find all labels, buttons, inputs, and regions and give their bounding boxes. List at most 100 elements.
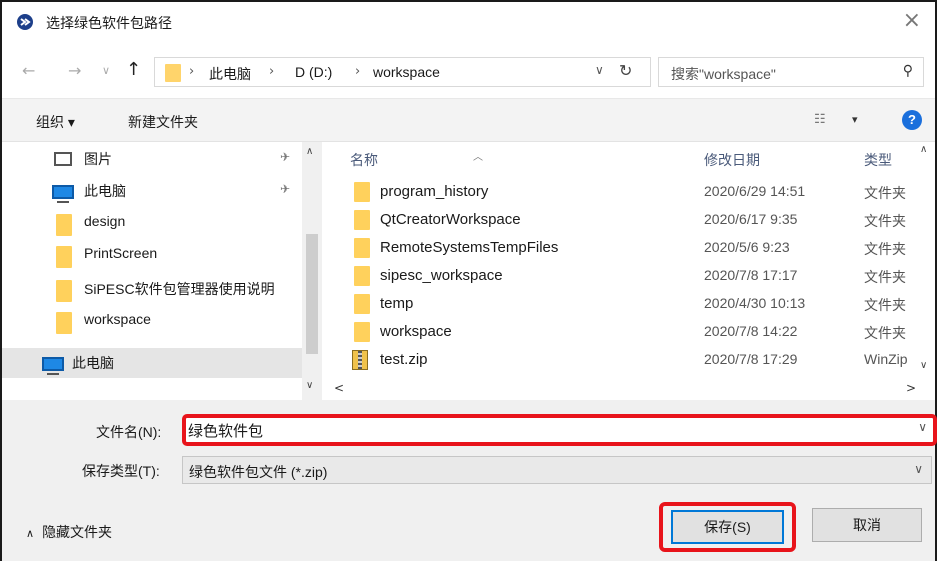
folder-icon [56, 214, 72, 236]
pin-icon[interactable]: ✈ [280, 150, 290, 164]
file-date: 2020/7/8 14:22 [704, 323, 798, 339]
navigation-bar: ← → ∨ ↑ › 此电脑 › D (D:) › workspace ∨ ↻ 搜… [2, 42, 935, 98]
new-folder-button[interactable]: 新建文件夹 [128, 112, 198, 132]
close-icon[interactable]: × [903, 8, 921, 33]
nav-item-design[interactable]: design [2, 208, 302, 238]
scroll-left-icon[interactable]: < [334, 381, 344, 395]
file-row[interactable]: RemoteSystemsTempFiles 2020/5/6 9:23 文件夹 [326, 234, 926, 262]
chevron-down-icon[interactable]: ∨ [914, 462, 923, 476]
scroll-down-icon[interactable]: ∨ [306, 380, 313, 391]
cancel-button[interactable]: 取消 [812, 508, 922, 542]
title-bar: 选择绿色软件包路径 × [2, 2, 935, 42]
filetype-value: 绿色软件包文件 (*.zip) [189, 464, 328, 480]
filename-input[interactable] [188, 420, 908, 440]
file-row[interactable]: test.zip 2020/7/8 17:29 WinZip [326, 346, 926, 374]
nav-item-this-pc[interactable]: 此电脑 [2, 348, 302, 378]
command-toolbar: 组织 ▾ 新建文件夹 ☷ ▾ ? [2, 98, 935, 142]
chevron-right-icon[interactable]: › [355, 64, 360, 79]
save-form: 文件名(N): ∨ 保存类型(T): 绿色软件包文件 (*.zip) ∨ ∧ 隐藏… [2, 400, 937, 561]
computer-icon [42, 357, 64, 375]
file-row[interactable]: workspace 2020/7/8 14:22 文件夹 [326, 318, 926, 346]
file-row[interactable]: QtCreatorWorkspace 2020/6/17 9:35 文件夹 [326, 206, 926, 234]
scroll-down-icon[interactable]: ∨ [920, 360, 927, 371]
file-type: 文件夹 [864, 241, 906, 257]
file-date: 2020/6/29 14:51 [704, 183, 806, 199]
file-name: temp [380, 295, 414, 312]
nav-item-label: 此电脑 [72, 355, 114, 371]
up-arrow-icon[interactable]: ↑ [126, 59, 141, 80]
help-icon[interactable]: ? [902, 110, 922, 130]
file-list-horizontal-scrollbar[interactable]: < > [326, 378, 935, 400]
search-input[interactable]: 搜索"workspace" [671, 64, 776, 84]
chevron-down-icon[interactable]: ∨ [918, 420, 927, 434]
hide-folders-label: 隐藏文件夹 [42, 524, 113, 540]
file-name: test.zip [380, 351, 428, 368]
scroll-up-icon[interactable]: ∧ [920, 144, 927, 155]
file-name: program_history [380, 183, 489, 200]
folder-icon [354, 182, 370, 202]
save-button[interactable]: 保存(S) [671, 510, 784, 544]
picture-icon [54, 152, 72, 166]
breadcrumb-this-pc[interactable]: 此电脑 [209, 64, 251, 84]
file-date: 2020/4/30 10:13 [704, 295, 806, 311]
file-list-vertical-scrollbar[interactable]: ∧ ∨ [916, 142, 935, 378]
nav-pane-scrollbar[interactable]: ∧ ∨ [302, 142, 322, 400]
file-name: workspace [380, 323, 452, 340]
address-bar[interactable]: › 此电脑 › D (D:) › workspace ∨ ↻ [154, 57, 651, 87]
nav-item-label: 图片 [84, 151, 112, 167]
nav-item-sipesc-manual[interactable]: SiPESC软件包管理器使用说明 [2, 274, 302, 304]
file-date: 2020/7/8 17:29 [704, 351, 798, 367]
nav-item-pictures[interactable]: 图片 ✈ [2, 144, 302, 174]
view-dropdown-icon[interactable]: ▾ [852, 113, 858, 126]
file-date: 2020/5/6 9:23 [704, 239, 790, 255]
view-options-icon[interactable]: ☷ [814, 112, 826, 127]
file-row[interactable]: program_history 2020/6/29 14:51 文件夹 [326, 178, 926, 206]
file-date: 2020/7/8 17:17 [704, 267, 798, 283]
pin-icon[interactable]: ✈ [280, 182, 290, 196]
file-type: 文件夹 [864, 269, 906, 285]
organize-button[interactable]: 组织 ▾ [36, 112, 75, 132]
column-header-label: 名称 [350, 152, 378, 168]
breadcrumb-workspace[interactable]: workspace [373, 64, 440, 80]
chevron-right-icon[interactable]: › [269, 64, 274, 79]
file-row[interactable]: temp 2020/4/30 10:13 文件夹 [326, 290, 926, 318]
filetype-select[interactable]: 绿色软件包文件 (*.zip) ∨ [182, 456, 932, 484]
file-date: 2020/6/17 9:35 [704, 211, 798, 227]
search-box[interactable]: 搜索"workspace" ⚲ [658, 57, 924, 87]
scroll-up-icon[interactable]: ∧ [306, 146, 313, 157]
nav-item-printscreen[interactable]: PrintScreen [2, 240, 302, 270]
file-type: WinZip [864, 351, 908, 367]
filename-label: 文件名(N): [96, 424, 162, 440]
refresh-icon[interactable]: ↻ [619, 61, 632, 80]
folder-icon [354, 210, 370, 230]
window-title: 选择绿色软件包路径 [46, 15, 172, 31]
hide-folders-toggle[interactable]: ∧ 隐藏文件夹 [26, 522, 112, 542]
file-row[interactable]: sipesc_workspace 2020/7/8 17:17 文件夹 [326, 262, 926, 290]
folder-icon [56, 246, 72, 268]
column-header-type[interactable]: 类型 [864, 150, 892, 170]
nav-item-workspace[interactable]: workspace [2, 306, 302, 336]
scroll-right-icon[interactable]: > [906, 381, 916, 395]
filename-field[interactable]: ∨ [182, 414, 937, 446]
search-icon[interactable]: ⚲ [903, 63, 913, 79]
nav-item-this-pc-pinned[interactable]: 此电脑 ✈ [2, 176, 302, 206]
file-list-pane: 名称 ︿ 修改日期 类型 program_history 2020/6/29 1… [326, 142, 935, 400]
file-name: RemoteSystemsTempFiles [380, 239, 559, 256]
forward-arrow-icon[interactable]: → [68, 61, 81, 80]
folder-icon [354, 294, 370, 314]
column-header-date[interactable]: 修改日期 [704, 150, 760, 170]
zip-icon [352, 350, 368, 370]
scrollbar-thumb[interactable] [306, 234, 318, 354]
back-arrow-icon[interactable]: ← [22, 61, 35, 80]
column-header-name[interactable]: 名称 ︿ [350, 150, 483, 170]
folder-icon [354, 322, 370, 342]
folder-icon [354, 238, 370, 258]
file-type: 文件夹 [864, 325, 906, 341]
nav-item-label: PrintScreen [84, 245, 158, 261]
chevron-right-icon: › [189, 64, 195, 79]
nav-item-label: workspace [84, 311, 151, 327]
file-name: sipesc_workspace [380, 267, 503, 284]
chevron-down-icon[interactable]: ∨ [595, 63, 604, 77]
breadcrumb-drive-d[interactable]: D (D:) [295, 64, 332, 80]
recent-locations-icon[interactable]: ∨ [102, 64, 110, 77]
